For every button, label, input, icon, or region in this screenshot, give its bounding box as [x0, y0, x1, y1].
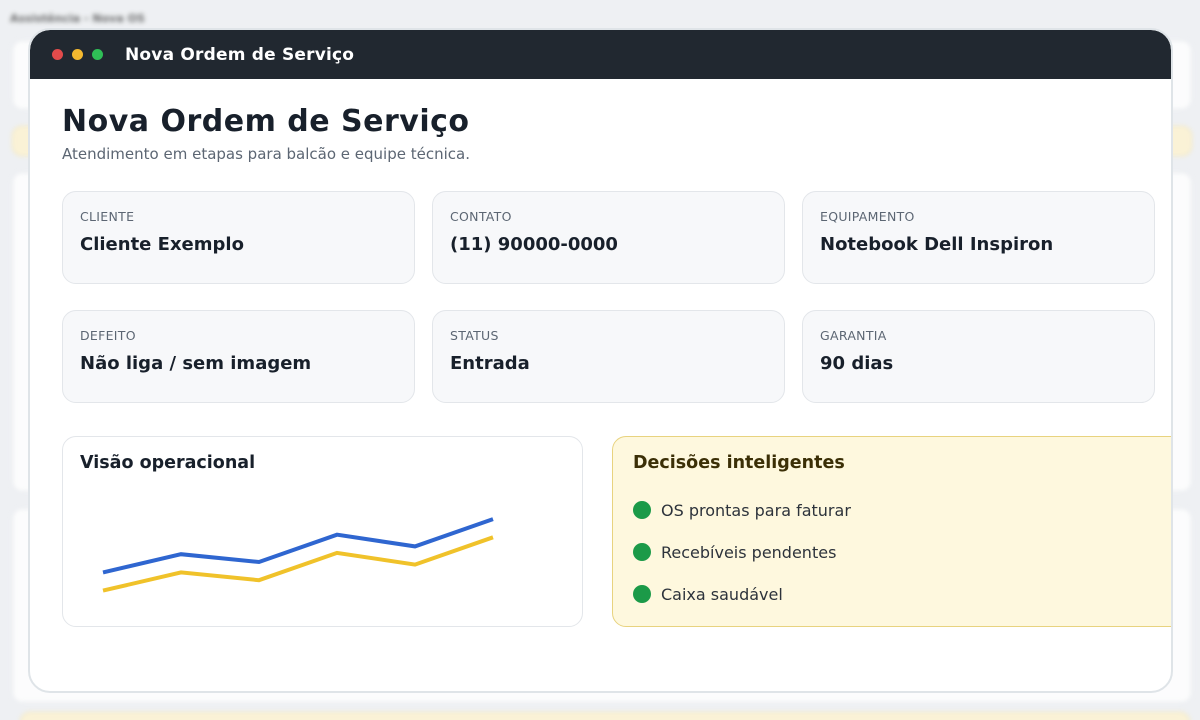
window-titlebar[interactable]: Nova Ordem de Serviço: [30, 30, 1171, 79]
field-label: GARANTIA: [820, 328, 887, 343]
decision-label: Caixa saudável: [661, 584, 783, 604]
close-window-button[interactable]: [52, 49, 63, 60]
decision-label: OS prontas para faturar: [661, 500, 851, 520]
page-header: Nova Ordem de Serviço Atendimento em eta…: [62, 104, 1171, 163]
chart-series-line-2: [102, 535, 494, 593]
decision-list: OS prontas para faturar Recebíveis pende…: [633, 489, 851, 615]
smart-decisions-panel: Decisões inteligentes OS prontas para fa…: [612, 436, 1171, 627]
field-card-cliente[interactable]: CLIENTE Cliente Exemplo: [62, 191, 415, 284]
field-value: 90 dias: [820, 353, 894, 374]
page-subtitle: Atendimento em etapas para balcão e equi…: [62, 145, 470, 163]
field-card-defeito[interactable]: DEFEITO Não liga / sem imagem: [62, 310, 415, 403]
field-value: Cliente Exemplo: [80, 234, 244, 255]
decision-item[interactable]: OS prontas para faturar: [633, 489, 851, 531]
field-label: CONTATO: [450, 209, 512, 224]
status-dot-icon: [633, 543, 651, 561]
field-card-status[interactable]: STATUS Entrada: [432, 310, 785, 403]
decision-item[interactable]: Recebíveis pendentes: [633, 531, 851, 573]
page-title: Nova Ordem de Serviço: [62, 104, 470, 139]
status-dot-icon: [633, 501, 651, 519]
field-label: STATUS: [450, 328, 499, 343]
minimize-window-button[interactable]: [72, 49, 83, 60]
maximize-window-button[interactable]: [92, 49, 103, 60]
operational-overview-panel: Visão operacional: [62, 436, 583, 627]
field-value: (11) 90000-0000: [450, 234, 618, 255]
background-notice: [20, 712, 1190, 720]
decision-label: Recebíveis pendentes: [661, 542, 837, 562]
chart-series-line-1: [102, 517, 494, 575]
decision-item[interactable]: Caixa saudável: [633, 573, 851, 615]
field-label: EQUIPAMENTO: [820, 209, 915, 224]
field-card-equipamento[interactable]: EQUIPAMENTO Notebook Dell Inspiron: [802, 191, 1155, 284]
field-label: DEFEITO: [80, 328, 136, 343]
order-fields-grid: CLIENTE Cliente Exemplo CONTATO (11) 900…: [62, 191, 1156, 403]
field-value: Não liga / sem imagem: [80, 353, 312, 374]
overview-line-chart: [102, 517, 494, 593]
new-service-order-window: Nova Ordem de Serviço Nova Ordem de Serv…: [28, 28, 1173, 693]
field-card-garantia[interactable]: GARANTIA 90 dias: [802, 310, 1155, 403]
field-value: Entrada: [450, 353, 530, 374]
window-title: Nova Ordem de Serviço: [125, 44, 355, 65]
field-card-contato[interactable]: CONTATO (11) 90000-0000: [432, 191, 785, 284]
field-value: Notebook Dell Inspiron: [820, 234, 1054, 255]
status-dot-icon: [633, 585, 651, 603]
field-label: CLIENTE: [80, 209, 135, 224]
decisions-title: Decisões inteligentes: [633, 453, 845, 473]
background-app-title: Assistência - Nova OS: [10, 12, 145, 25]
